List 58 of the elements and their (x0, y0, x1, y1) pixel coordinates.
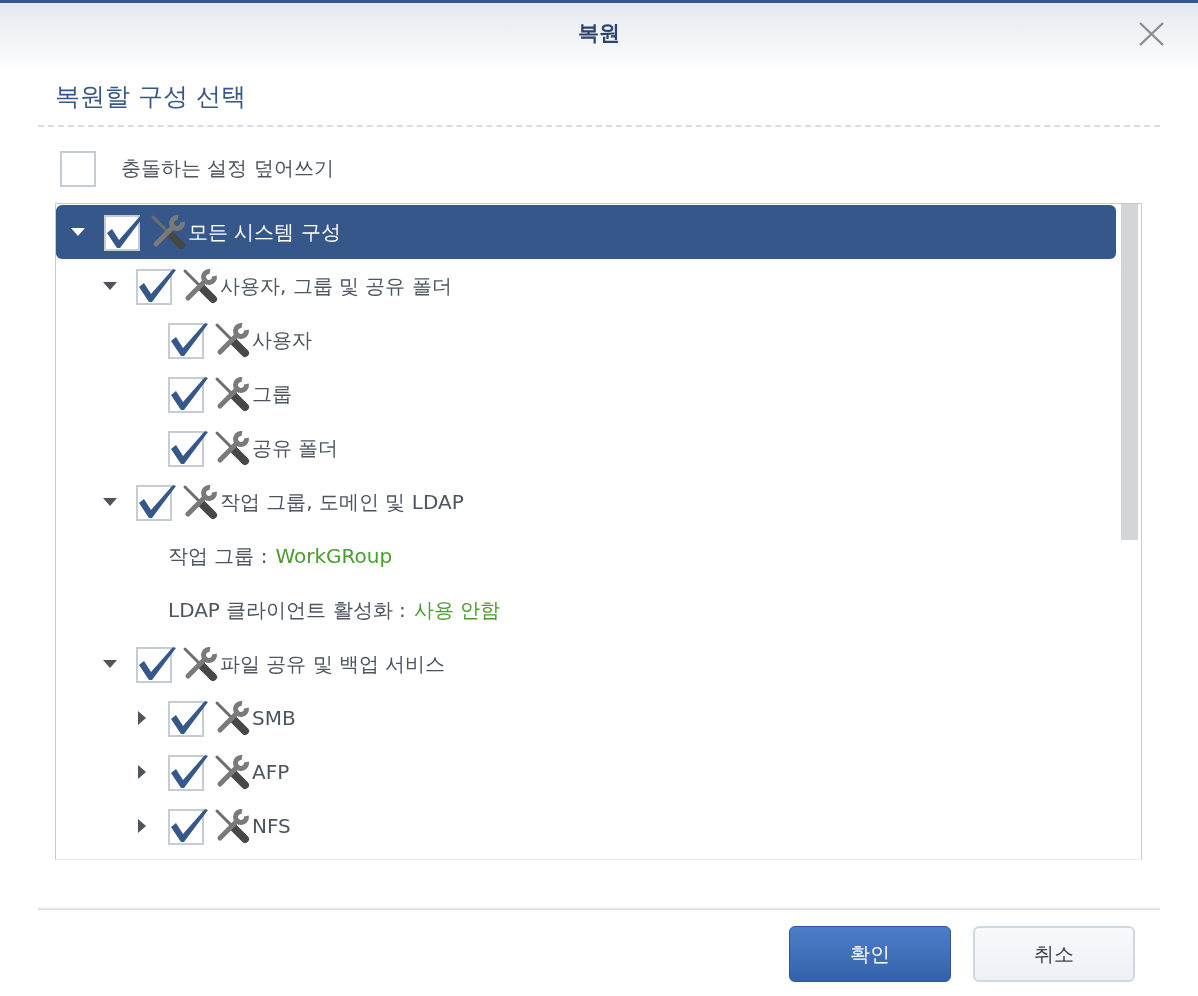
tree-item-label: SMB (252, 705, 296, 732)
checkbox[interactable] (168, 699, 208, 737)
caret-icon[interactable] (71, 228, 85, 236)
section-title: 복원할 구성 선택 (55, 81, 247, 113)
tree-item-label: AFP (252, 759, 290, 786)
checkbox[interactable] (136, 645, 176, 683)
dialog-title: 복원 (578, 20, 620, 48)
wrench-screwdriver-icon (182, 646, 218, 682)
tree-item-label: 모든 시스템 구성 (188, 219, 341, 246)
tree-row[interactable]: SMB (56, 691, 1116, 745)
wrench-screwdriver-icon (214, 322, 250, 358)
wrench-screwdriver-icon (214, 808, 250, 844)
wrench-screwdriver-icon (182, 484, 218, 520)
close-icon (1139, 22, 1164, 46)
wrench-screwdriver-icon (214, 700, 250, 736)
tree-item-label: NFS (252, 813, 291, 840)
checkbox[interactable] (168, 375, 208, 413)
tree-row[interactable]: 사용자, 그룹 및 공유 폴더 (56, 259, 1116, 313)
cancel-button[interactable]: 취소 (973, 926, 1135, 982)
tree-row[interactable]: AFP (56, 745, 1116, 799)
checkbox[interactable] (168, 429, 208, 467)
wrench-screwdriver-icon (182, 268, 218, 304)
tree-row[interactable]: 작업 그룹, 도메인 및 LDAP (56, 475, 1116, 529)
caret-icon[interactable] (138, 711, 146, 725)
tree-item-label: 파일 공유 및 백업 서비스 (220, 651, 446, 678)
caret-icon[interactable] (138, 765, 146, 779)
caret-icon[interactable] (103, 498, 117, 506)
tree-row[interactable]: 그룹 (56, 367, 1116, 421)
checkbox-label[interactable]: 충돌하는 설정 덮어쓰기 (121, 153, 334, 183)
checkbox[interactable] (136, 483, 176, 521)
tree-item-label: 공유 폴더 (252, 435, 339, 462)
wrench-screwdriver-icon (214, 430, 250, 466)
setting-label: LDAP 클라이언트 활성화 : (168, 597, 406, 624)
wrench-screwdriver-icon (150, 214, 186, 250)
checkbox[interactable] (168, 321, 208, 359)
tree-item-label: 작업 그룹, 도메인 및 LDAP (220, 489, 464, 516)
tree-item-label: 그룹 (252, 381, 292, 408)
caret-icon[interactable] (103, 660, 117, 668)
tree-row[interactable]: 파일 공유 및 백업 서비스 (56, 637, 1116, 691)
tree-item-label: 사용자, 그룹 및 공유 폴더 (220, 273, 452, 300)
tree-row[interactable]: 사용자 (56, 313, 1116, 367)
tree-item-label: 사용자 (252, 327, 312, 354)
caret-icon[interactable] (138, 819, 146, 833)
setting-value: WorkGRoup (275, 543, 393, 570)
wrench-screwdriver-icon (214, 376, 250, 412)
wrench-screwdriver-icon (214, 754, 250, 790)
checkbox[interactable] (168, 807, 208, 845)
tree-row[interactable]: NFS (56, 799, 1116, 853)
caret-icon[interactable] (103, 282, 117, 290)
checkbox[interactable] (168, 753, 208, 791)
scrollbar-thumb[interactable] (1121, 204, 1138, 540)
close-button[interactable] (1139, 22, 1164, 46)
setting-label: 작업 그룹 : (168, 543, 268, 570)
tree-row[interactable]: 모든 시스템 구성 (56, 205, 1116, 259)
confirm-button[interactable]: 확인 (789, 926, 951, 982)
checkbox[interactable] (136, 267, 176, 305)
setting-value: 사용 안함 (413, 597, 501, 624)
tree-row[interactable]: 공유 폴더 (56, 421, 1116, 475)
